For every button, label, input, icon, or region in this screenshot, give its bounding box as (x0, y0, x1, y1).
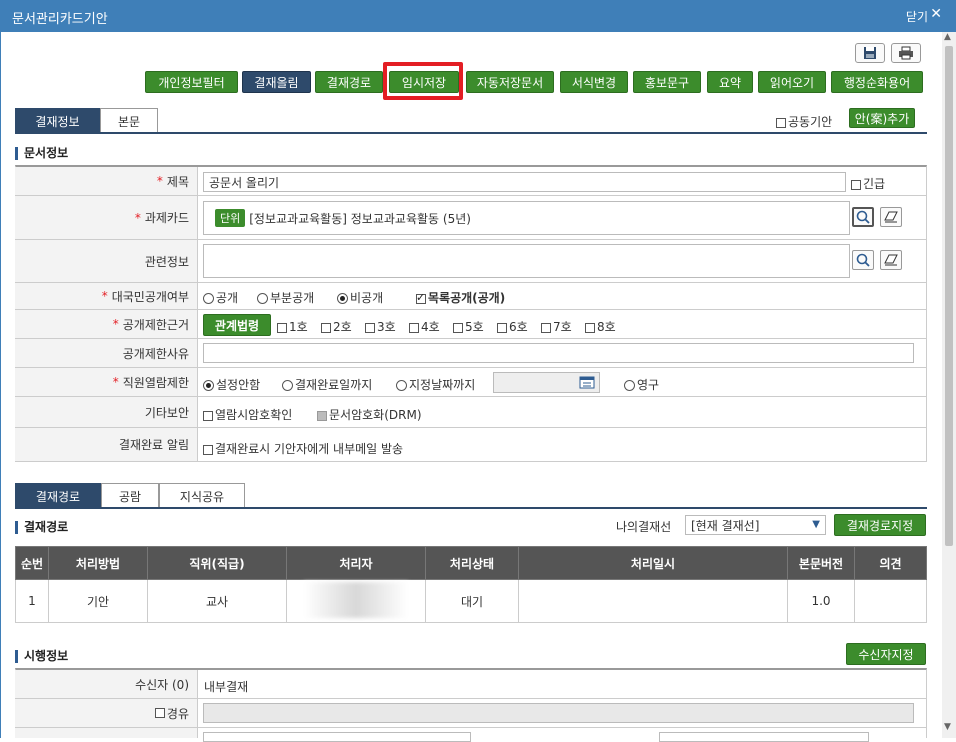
submit-approval-button[interactable]: 결재올림 (242, 71, 311, 93)
public-option-closed[interactable]: 비공개 (337, 289, 383, 306)
approval-path-button[interactable]: 결재경로 (315, 71, 383, 93)
tab-knowledge-share[interactable]: 지식공유 (159, 483, 245, 509)
partial-field-1 (203, 732, 471, 742)
receiver-value: 내부결재 (204, 680, 249, 694)
set-receiver-button[interactable]: 수신자지정 (846, 643, 926, 665)
clause-2[interactable]: 2호 (321, 318, 352, 335)
staff-view-until-date[interactable]: 지정날짜까지 (396, 376, 475, 393)
vertical-scrollbar[interactable]: ▲ ▼ (942, 32, 956, 738)
my-line-select[interactable]: [현재 결재선] ▼ (685, 515, 826, 535)
admin-term-button[interactable]: 행정순화용어 (831, 71, 923, 93)
task-search-button[interactable] (852, 207, 874, 227)
related-law-button[interactable]: 관계법령 (203, 314, 271, 336)
window-title: 문서관리카드기안 (12, 12, 108, 27)
urgent-option[interactable]: 긴급 (851, 175, 885, 192)
task-tag: 단위 (215, 209, 246, 227)
highlight-box (383, 62, 463, 100)
tab-underline (15, 132, 927, 134)
doc-info-section-title: 문서정보 (15, 147, 68, 160)
load-button[interactable]: 읽어오기 (758, 71, 826, 93)
personal-info-filter-button[interactable]: 개인정보필터 (145, 71, 238, 93)
eraser-icon (884, 211, 898, 223)
scroll-down-icon[interactable]: ▼ (944, 722, 951, 732)
row-task-card: * 과제카드 단위 [정보교과교육활동] 정보교과교육활동 (5년) (15, 196, 927, 240)
tab-approval-path[interactable]: 결재경로 (15, 483, 101, 509)
tab-approval-info[interactable]: 결재정보 (15, 108, 100, 134)
row-staff-view: * 직원열람제한 설정안함 결재완료일까지 지정날짜까지 영구 (15, 368, 927, 397)
public-option-partial[interactable]: 부분공개 (257, 289, 314, 306)
row-partial (15, 728, 927, 742)
row-restrict-reason: 공개제한사유 (15, 339, 927, 368)
summary-button[interactable]: 요약 (707, 71, 753, 93)
date-input[interactable] (493, 372, 600, 393)
row-receiver: 수신자 (0) 내부결재 (15, 670, 927, 699)
complete-notice-option[interactable]: 결재완료시 기안자에게 내부메일 발송 (203, 440, 403, 457)
via-input (203, 703, 914, 723)
clause-8[interactable]: 8호 (585, 318, 616, 335)
table-row[interactable]: 1 기안 교사 대기 1.0 (15, 579, 927, 623)
handler-cell (286, 579, 426, 623)
clause-4[interactable]: 4호 (409, 318, 440, 335)
scroll-up-icon[interactable]: ▲ (944, 32, 951, 42)
task-card-field[interactable]: 단위 [정보교과교육활동] 정보교과교육활동 (5년) (203, 201, 850, 235)
clause-6[interactable]: 6호 (497, 318, 528, 335)
search-icon (856, 253, 870, 267)
row-title: * 제목 공문서 올리기 긴급 (15, 167, 927, 196)
close-button[interactable]: 닫기 (906, 8, 928, 25)
print-icon-button[interactable] (891, 43, 921, 63)
joint-draft-option[interactable]: 공동기안 (776, 113, 832, 130)
permanent-option[interactable]: 영구 (624, 376, 659, 393)
task-clear-button[interactable] (880, 207, 902, 227)
floppy-disk-icon (864, 47, 876, 59)
printer-icon (899, 46, 913, 60)
row-via: 경유 (15, 699, 927, 728)
window-title-bar: 문서관리카드기안 닫기 ✕ (0, 0, 956, 32)
chevron-down-icon: ▼ (812, 519, 820, 530)
list-public-checkbox[interactable] (416, 291, 426, 304)
tab-underline-mid (15, 507, 927, 509)
add-draft-button[interactable]: 안(案)추가 (849, 108, 915, 128)
related-search-button[interactable] (852, 250, 874, 270)
via-checkbox[interactable] (154, 708, 165, 718)
clause-3[interactable]: 3호 (365, 318, 396, 335)
scrollbar-thumb[interactable] (945, 46, 953, 546)
row-etc-security: 기타보안 열람시암호확인 문서암호화(DRM) (15, 397, 927, 428)
urgent-checkbox[interactable] (851, 179, 861, 190)
clause-7[interactable]: 7호 (541, 318, 572, 335)
restrict-reason-input[interactable] (203, 343, 914, 363)
staff-view-none[interactable]: 설정안함 (203, 376, 260, 393)
set-approval-path-button[interactable]: 결재경로지정 (834, 514, 926, 536)
drm-option: 문서암호화(DRM) (317, 406, 422, 423)
staff-view-until-complete[interactable]: 결재완료일까지 (282, 376, 372, 393)
clause-1[interactable]: 1호 (277, 318, 308, 335)
row-complete-notice: 결재완료 알림 결재완료시 기안자에게 내부메일 발송 (15, 428, 927, 462)
related-info-field[interactable] (203, 244, 850, 278)
row-public: *대국민공개여부 공개 부분공개 비공개 목록공개(공개) (15, 283, 927, 310)
public-option-open[interactable]: 공개 (203, 289, 238, 306)
joint-draft-checkbox[interactable] (776, 117, 786, 128)
save-icon-button[interactable] (855, 43, 885, 63)
row-restrict-basis: * 공개제한근거 관계법령 1호 2호 3호 4호 5호 6호 7호 8호 (15, 310, 927, 339)
change-format-button[interactable]: 서식변경 (560, 71, 628, 93)
approval-section-title: 결재경로 (15, 521, 68, 534)
related-clear-button[interactable] (880, 250, 902, 270)
promo-phrase-button[interactable]: 홍보문구 (633, 71, 701, 93)
close-icon[interactable]: ✕ (930, 6, 942, 22)
tab-body[interactable]: 본문 (100, 108, 158, 134)
approval-table: 순번 처리방법 직위(직급) 처리자 처리상태 처리일시 본문버전 의견 1 기… (15, 546, 927, 623)
search-icon (856, 210, 870, 224)
clause-5[interactable]: 5호 (453, 318, 484, 335)
auto-save-docs-button[interactable]: 자동저장문서 (466, 71, 554, 93)
blurred-name (304, 581, 408, 618)
eraser-icon (884, 254, 898, 266)
title-input[interactable]: 공문서 올리기 (203, 172, 846, 192)
my-line-label: 나의결재선 (616, 520, 672, 534)
view-password-option[interactable]: 열람시암호확인 (203, 406, 292, 423)
calendar-icon[interactable] (579, 376, 595, 392)
partial-field-2 (659, 732, 869, 742)
list-public-option[interactable]: 목록공개(공개) (416, 289, 505, 306)
tab-circulation[interactable]: 공람 (101, 483, 159, 509)
row-related-info: 관련정보 (15, 240, 927, 283)
execution-section-title: 시행정보 (15, 650, 68, 663)
